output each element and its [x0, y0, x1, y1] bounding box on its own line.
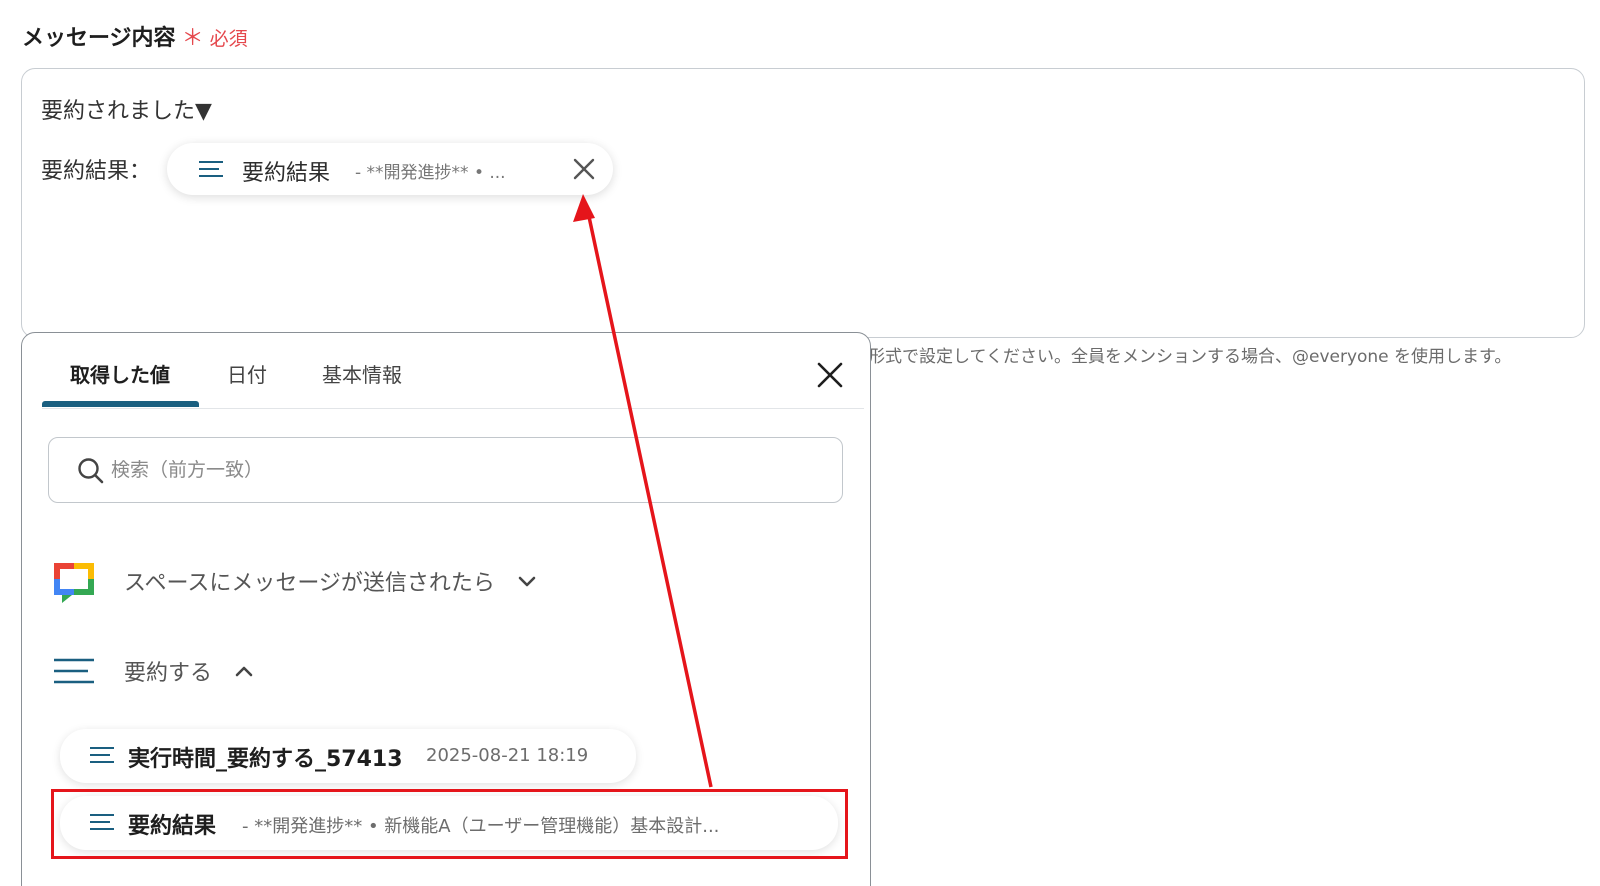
value-picker-panel: 取得した値 日付 基本情報 スペースにメッセージが送信されたら	[21, 332, 871, 886]
group-summarize[interactable]: 要約する	[52, 655, 254, 687]
item-meta: - **開発進捗** • 新機能A（ユーザー管理機能）基本設計...	[242, 816, 720, 837]
list-item-summary-result[interactable]: 要約結果 - **開発進捗** • 新機能A（ユーザー管理機能）基本設計...	[60, 796, 838, 850]
summary-result-chip[interactable]: 要約結果 - **開発進捗** • ...	[167, 143, 613, 195]
editor-line-1: 要約されました▼	[41, 99, 212, 124]
required-asterisk: ＊	[181, 26, 204, 51]
message-content-label: メッセージ内容 ＊ 必須	[22, 20, 248, 52]
tab-basic-info[interactable]: 基本情報	[322, 359, 402, 388]
chip-preview: - **開発進捗** • ...	[355, 163, 506, 183]
item-title: 実行時間_要約する_57413	[128, 747, 403, 772]
item-title: 要約結果	[128, 814, 217, 839]
active-tab-indicator	[42, 401, 199, 407]
group-title: 要約する	[124, 661, 213, 686]
lines-icon	[90, 747, 114, 763]
message-editor[interactable]: 要約されました▼ 要約結果： 要約結果 - **開発進捗** • ...	[21, 68, 1585, 338]
item-meta: 2025-08-21 18:19	[426, 745, 589, 766]
search-input[interactable]	[111, 452, 811, 488]
field-label-text: メッセージ内容	[22, 26, 176, 51]
tab-acquired-values[interactable]: 取得した値	[70, 359, 170, 388]
chevron-down-icon	[518, 576, 536, 587]
group-title: スペースにメッセージが送信されたら	[124, 571, 495, 596]
google-chat-icon	[54, 563, 94, 603]
chip-title: 要約結果	[242, 161, 331, 186]
mention-hint: 形式で設定してください。全員をメンションする場合、@everyone を使用しま…	[868, 347, 1512, 367]
tab-bar: 取得した値 日付 基本情報	[42, 333, 864, 409]
chevron-up-icon	[235, 666, 253, 677]
editor-line-2-label: 要約結果：	[41, 159, 152, 184]
search-icon	[78, 458, 104, 484]
lines-icon	[54, 658, 94, 684]
lines-icon	[199, 161, 223, 177]
required-text: 必須	[209, 28, 248, 50]
chip-close-icon[interactable]	[571, 156, 597, 182]
lines-icon	[90, 814, 114, 830]
list-item-execution-time[interactable]: 実行時間_要約する_57413 2025-08-21 18:19	[60, 729, 636, 783]
tab-date[interactable]: 日付	[227, 359, 267, 388]
group-space-message-trigger[interactable]: スペースにメッセージが送信されたら	[52, 559, 537, 603]
close-icon[interactable]	[815, 360, 845, 390]
search-box[interactable]	[48, 437, 843, 503]
